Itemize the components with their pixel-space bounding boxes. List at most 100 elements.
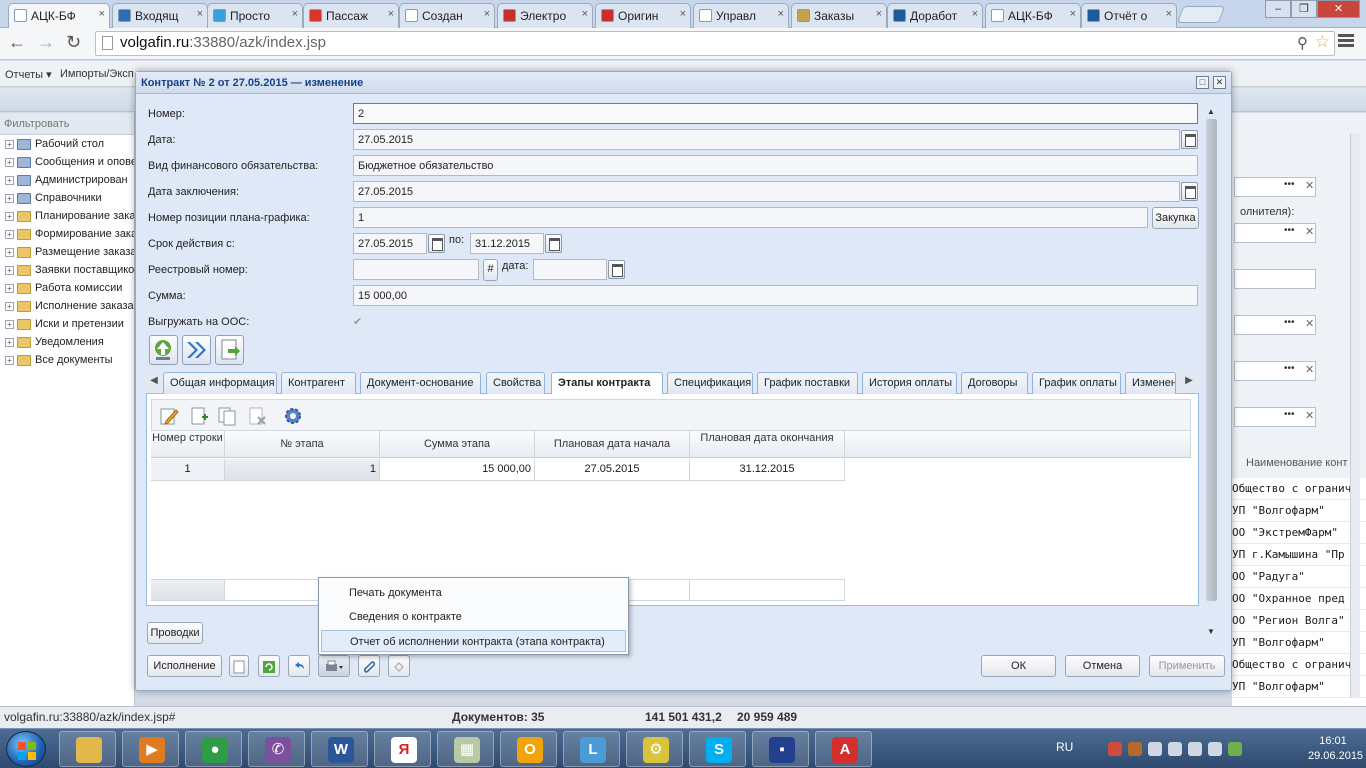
tab-close-icon[interactable]: × <box>484 8 490 20</box>
purchase-button[interactable]: Закупка <box>1152 207 1199 229</box>
validity-to-input[interactable]: 31.12.2015 <box>470 233 544 254</box>
registry-date-calendar-icon[interactable] <box>608 260 625 279</box>
expand-icon[interactable]: + <box>5 356 14 365</box>
expand-icon[interactable]: + <box>5 302 14 311</box>
bg-filter-field[interactable] <box>1234 269 1316 289</box>
start-button[interactable] <box>6 731 46 767</box>
taskbar-app[interactable] <box>59 731 116 767</box>
bg-clear-icon[interactable]: ✕ <box>1305 317 1314 330</box>
bg-clear-icon[interactable]: ✕ <box>1305 363 1314 376</box>
tree-item[interactable]: + Исполнение заказа <box>0 298 134 316</box>
delete-row-icon[interactable] <box>246 405 268 427</box>
taskbar-app[interactable]: ✆ <box>248 731 305 767</box>
bg-filter-field[interactable] <box>1234 361 1316 381</box>
expand-icon[interactable]: + <box>5 320 14 329</box>
tray-shield-icon[interactable] <box>1228 742 1242 756</box>
forward-action-button[interactable] <box>182 335 211 365</box>
browser-tab[interactable]: Просто × <box>207 3 303 28</box>
tab-2[interactable]: Контрагент <box>281 372 356 394</box>
list-item[interactable]: УП "Волгофарм" <box>1232 676 1366 698</box>
tab-close-icon[interactable]: × <box>680 8 686 20</box>
tree-item[interactable]: + Работа комиссии <box>0 280 134 298</box>
tab-close-icon[interactable]: × <box>1166 8 1172 20</box>
validity-from-calendar-icon[interactable] <box>428 234 445 253</box>
tab-close-icon[interactable]: × <box>99 8 105 20</box>
attachment-button[interactable] <box>358 655 380 677</box>
list-item[interactable]: УП "Волгофарм" <box>1232 632 1366 654</box>
add-row-icon[interactable] <box>188 405 210 427</box>
refresh-green-button[interactable] <box>258 655 280 677</box>
taskbar-app[interactable]: L <box>563 731 620 767</box>
bg-ellipsis-icon[interactable]: ••• <box>1284 409 1300 427</box>
table-cell[interactable]: 27.05.2015 <box>535 459 690 481</box>
flag-icon[interactable] <box>1148 742 1162 756</box>
date-calendar-icon[interactable] <box>1181 130 1198 149</box>
tab-close-icon[interactable]: × <box>582 8 588 20</box>
bg-clear-icon[interactable]: ✕ <box>1305 179 1314 192</box>
table-cell[interactable]: 1 <box>225 459 380 481</box>
tree-item[interactable]: + Размещение заказа <box>0 244 134 262</box>
export-document-button[interactable] <box>215 335 244 365</box>
tab-9[interactable]: Договоры <box>961 372 1028 394</box>
list-item[interactable]: УП г.Камышина "Пр <box>1232 544 1366 566</box>
browser-tab[interactable]: Управл × <box>693 3 789 28</box>
back-arrow-icon[interactable]: ← <box>8 32 26 53</box>
cancel-button[interactable]: Отмена <box>1065 655 1140 677</box>
sum-input[interactable]: 15 000,00 <box>353 285 1198 306</box>
bg-filter-field[interactable] <box>1234 223 1316 243</box>
window-close-button[interactable]: ✕ <box>1317 0 1360 18</box>
tree-item[interactable]: + Заявки поставщико <box>0 262 134 280</box>
validity-to-calendar-icon[interactable] <box>545 234 562 253</box>
taskbar-app[interactable]: ● <box>185 731 242 767</box>
maximize-button[interactable]: ❐ <box>1291 0 1317 18</box>
tray-app-icon[interactable] <box>1128 742 1142 756</box>
expand-icon[interactable]: + <box>5 140 14 149</box>
dialog-close-icon[interactable]: ✕ <box>1213 76 1226 89</box>
minimize-button[interactable]: – <box>1265 0 1291 18</box>
link-button[interactable] <box>388 655 410 677</box>
registry-number-input[interactable] <box>353 259 479 280</box>
ok-button[interactable]: ОК <box>981 655 1056 677</box>
tab-close-icon[interactable]: × <box>197 8 203 20</box>
apply-button[interactable]: Применить <box>1149 655 1225 677</box>
usb-icon[interactable] <box>1168 742 1182 756</box>
tab-11[interactable]: Изменени <box>1125 372 1176 394</box>
list-item[interactable]: ОО "ЭкстремФарм" <box>1232 522 1366 544</box>
expand-icon[interactable]: + <box>5 194 14 203</box>
tab-7[interactable]: График поставки <box>757 372 858 394</box>
expand-icon[interactable]: + <box>5 338 14 347</box>
column-header[interactable]: Сумма этапа <box>380 431 535 458</box>
tab-3[interactable]: Документ-основание <box>360 372 481 394</box>
tab-6[interactable]: Спецификация <box>667 372 753 394</box>
tab-4[interactable]: Свойства <box>486 372 545 394</box>
tree-item[interactable]: + Иски и претензии <box>0 316 134 334</box>
browser-tab[interactable]: Отчёт о × <box>1081 3 1177 28</box>
bg-ellipsis-icon[interactable]: ••• <box>1284 179 1300 197</box>
expand-icon[interactable]: + <box>5 266 14 275</box>
table-cell[interactable]: 31.12.2015 <box>690 459 845 481</box>
browser-tab[interactable]: Заказы × <box>791 3 887 28</box>
reload-icon[interactable]: ↻ <box>66 32 81 53</box>
conclusion-date-input[interactable]: 27.05.2015 <box>353 181 1180 202</box>
tab-5[interactable]: Этапы контракта <box>551 372 663 395</box>
tab-8[interactable]: История оплаты <box>862 372 957 394</box>
browser-tab[interactable]: Электро × <box>497 3 593 28</box>
tab-10[interactable]: График оплаты <box>1032 372 1121 394</box>
upload-oos-checkbox[interactable]: ✔ <box>353 316 365 328</box>
new-tab-button[interactable] <box>1176 6 1226 23</box>
execution-button[interactable]: Исполнение <box>147 655 222 677</box>
bg-ellipsis-icon[interactable]: ••• <box>1284 225 1300 243</box>
taskbar-app[interactable]: ▪ <box>752 731 809 767</box>
bg-filter-field[interactable] <box>1234 315 1316 335</box>
column-header[interactable]: № этапа <box>225 431 380 458</box>
browser-tab[interactable]: Доработ × <box>887 3 983 28</box>
taskbar-app[interactable]: ⚙ <box>626 731 683 767</box>
settings-gear-icon[interactable] <box>282 405 304 427</box>
list-item[interactable]: ОО "Радуга" <box>1232 566 1366 588</box>
number-input[interactable]: 2 <box>353 103 1198 124</box>
table-cell[interactable]: 1 <box>151 459 225 481</box>
postings-button[interactable]: Проводки <box>147 622 203 644</box>
menu-item[interactable]: Печать документа <box>321 582 626 604</box>
tree-item[interactable]: + Все документы <box>0 352 134 370</box>
browser-tab[interactable]: Входящ × <box>112 3 208 28</box>
